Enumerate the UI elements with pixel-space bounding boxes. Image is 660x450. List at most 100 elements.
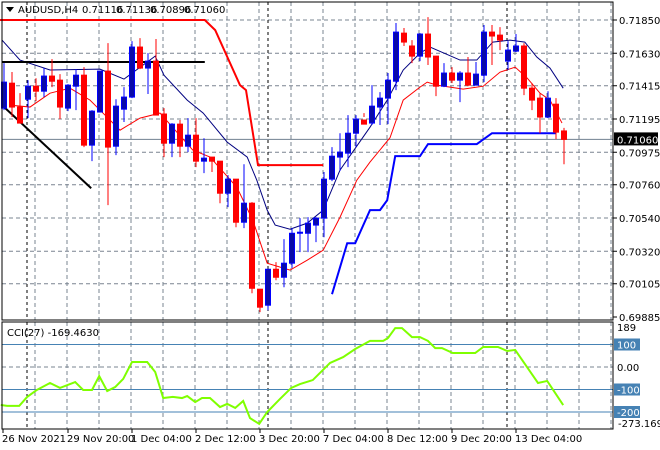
bull-candle (369, 105, 375, 124)
ohlc-close: 0.71060 (184, 5, 225, 16)
bear-candle (137, 46, 143, 69)
bull-candle (329, 155, 335, 180)
bear-candle (561, 130, 567, 140)
price-axis-label: 0.70320 (619, 247, 660, 258)
price-axis-label: 0.70760 (619, 181, 660, 192)
bear-candle (105, 70, 111, 148)
time-axis-label: 7 Dec 04:00 (323, 434, 384, 445)
bear-candle (177, 123, 183, 147)
bear-candle (161, 113, 167, 144)
bull-candle (113, 105, 119, 147)
time-axis-label: 13 Dec 04:00 (515, 434, 582, 445)
bear-candle (49, 75, 55, 82)
price-axis-label: 0.70975 (619, 148, 660, 159)
bull-candle (129, 46, 135, 98)
bull-candle (201, 157, 207, 162)
cci-min-label: -273.1698 (618, 419, 660, 430)
bear-candle (153, 60, 159, 116)
bull-candle (289, 232, 295, 264)
bear-candle (57, 79, 63, 108)
current-price-marker: 0.71060 (614, 132, 658, 146)
bull-candle (89, 110, 95, 146)
bull-candle (145, 60, 151, 69)
cci-level-label: -200 (617, 408, 640, 419)
bull-candle (513, 45, 519, 52)
price-chart[interactable]: AUDUSD,H4 0.71116 0.71136 0.70896 0.7106… (0, 0, 660, 450)
bear-candle (249, 202, 255, 289)
bear-candle (409, 45, 415, 57)
bull-candle (345, 132, 351, 154)
bull-candle (545, 97, 551, 118)
time-axis-label: 3 Dec 20:00 (259, 434, 320, 445)
price-axis-label: 0.71850 (619, 16, 660, 27)
time-axis-label: 9 Dec 20:00 (451, 434, 512, 445)
bull-candle (169, 123, 175, 144)
bear-candle (433, 55, 439, 87)
bull-candle (321, 178, 327, 219)
price-axis-label: 0.70540 (619, 214, 660, 225)
bull-candle (41, 75, 47, 92)
time-axis-label: 8 Dec 12:00 (387, 434, 448, 445)
bull-candle (281, 262, 287, 278)
chart-header: AUDUSD,H4 0.71116 0.71136 0.70896 0.7106… (6, 5, 225, 16)
bull-candle (73, 74, 79, 87)
bear-candle (9, 82, 15, 108)
price-axis-label: 0.71415 (619, 82, 660, 93)
bull-candle (185, 134, 191, 147)
bear-candle (425, 33, 431, 58)
bull-candle (377, 97, 383, 108)
bull-candle (337, 151, 343, 158)
price-axis-label: 0.71195 (619, 115, 660, 126)
bear-candle (257, 288, 263, 308)
bear-candle (17, 106, 23, 124)
bull-candle (457, 72, 463, 81)
bull-candle (385, 79, 391, 99)
bear-candle (537, 97, 543, 118)
current-price-label: 0.71060 (617, 135, 658, 146)
time-axis-label: 26 Nov 2021 (2, 434, 66, 445)
bear-candle (361, 119, 367, 125)
cci-title: CCI(27) -169.4630 (7, 328, 99, 339)
symbol-label: AUDUSD,H4 (18, 5, 78, 16)
bull-candle (297, 231, 303, 234)
bull-candle (225, 178, 231, 194)
bear-candle (33, 85, 39, 92)
bear-candle (217, 160, 223, 194)
bull-candle (473, 73, 479, 86)
bull-candle (313, 217, 319, 226)
bear-candle (529, 87, 535, 101)
bull-candle (417, 33, 423, 57)
bull-candle (441, 72, 447, 87)
bear-candle (521, 45, 527, 89)
cci-level-label: 0.00 (617, 363, 639, 374)
bull-candle (305, 222, 311, 234)
bull-candle (65, 84, 71, 109)
bear-candle (81, 74, 87, 146)
time-axis-label: 29 Nov 20:00 (67, 434, 134, 445)
cci-level-label: -100 (617, 386, 640, 397)
bull-candle (505, 49, 511, 62)
bull-candle (121, 96, 127, 110)
bear-candle (401, 32, 407, 43)
bear-candle (489, 31, 495, 37)
bear-candle (273, 268, 279, 278)
bull-candle (97, 70, 103, 113)
bull-candle (25, 85, 31, 100)
cci-level-label: 100 (617, 341, 636, 352)
bear-candle (497, 34, 503, 41)
bull-candle (393, 31, 399, 82)
bear-candle (233, 178, 239, 223)
bear-candle (553, 103, 559, 133)
bull-candle (241, 202, 247, 223)
bear-candle (465, 72, 471, 86)
time-axis-label: 1 Dec 04:00 (131, 434, 192, 445)
bear-candle (193, 134, 199, 162)
cci-max-label: 189 (617, 323, 636, 334)
time-axis-label: 2 Dec 12:00 (195, 434, 256, 445)
bear-candle (449, 72, 455, 81)
price-axis-label: 0.71630 (619, 49, 660, 60)
price-axis-label: 0.70105 (619, 280, 660, 291)
bull-candle (481, 31, 487, 76)
bull-candle (353, 118, 359, 134)
bull-candle (265, 268, 271, 306)
